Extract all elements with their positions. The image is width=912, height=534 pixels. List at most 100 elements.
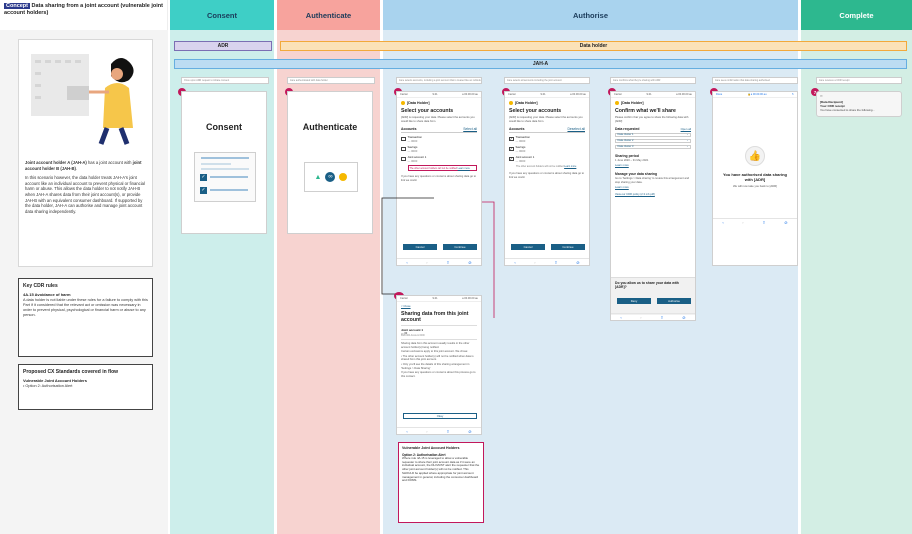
checkbox[interactable]	[401, 136, 406, 142]
holder-logo-icon	[339, 173, 348, 181]
lock-icon: 🔒a 00.00.00 au	[747, 93, 767, 96]
checkbox[interactable]	[401, 146, 406, 152]
back-icon[interactable]: ‹	[406, 429, 407, 434]
cx-standards-subtitle: Vulnerable Joint Account Holders	[23, 378, 87, 383]
cdr-rules-box: Key CDR rules 4A.15 Avoidance of harm A …	[18, 278, 153, 357]
link-icon: ∞	[325, 172, 336, 182]
cancel-button[interactable]: Cancel	[511, 244, 545, 250]
screen-intro: [ADR] is requesting your data. Please se…	[401, 116, 475, 123]
learn-more-link[interactable]: Learn more	[564, 165, 576, 168]
caption-4: Jane selects all accounts including the …	[504, 77, 590, 84]
account-row-transaction[interactable]: Transaction — 0000	[401, 135, 477, 143]
authorise-button[interactable]: Authorise	[657, 298, 691, 304]
concept-header: Concept Data sharing from a joint accoun…	[0, 0, 168, 30]
compass-icon[interactable]: ⊘	[576, 260, 579, 265]
joint-alert: The other account holders will not be no…	[516, 165, 577, 169]
data-cluster-3[interactable]: Data cluster 3 ⌄	[615, 144, 691, 150]
illustration	[25, 46, 146, 146]
data-cluster-1[interactable]: Data cluster 1 ⌄	[615, 132, 691, 138]
account-row-joint[interactable]: ✓ Joint account 1— 0000	[509, 155, 585, 163]
share-icon[interactable]: ⇪	[446, 260, 449, 265]
done-button[interactable]: Done	[716, 93, 722, 96]
continue-button[interactable]: Continue	[551, 244, 585, 250]
help-text: If you have any questions or concerns ab…	[401, 175, 477, 182]
open-all-link[interactable]: Open all	[681, 127, 691, 131]
account-row-savings[interactable]: Savings — 0000	[401, 145, 477, 153]
compass-icon[interactable]: ⊘	[468, 260, 471, 265]
shapes-icon: ▲	[314, 173, 322, 181]
caption-7: Jane receives a CDR receipt	[816, 77, 902, 84]
intro-paragraph-2: In this scenario however, the data holde…	[25, 175, 145, 214]
browser-nav: ‹ › ⇪ ⊘	[611, 313, 695, 320]
chevron-down-icon: ⌄	[686, 145, 689, 149]
thumbs-up-icon: 👍	[745, 146, 765, 166]
close-link[interactable]: < Close	[401, 304, 477, 308]
cx-standards-title: Proposed CX Standards covered in flow	[23, 369, 119, 375]
share-icon[interactable]: ⇪	[446, 429, 449, 434]
back-icon[interactable]: ‹	[514, 260, 515, 265]
compass-icon[interactable]: ⊘	[784, 220, 787, 225]
account-row-joint[interactable]: Joint account 1— 0000	[401, 155, 477, 163]
joint-account-info-screen: Carrier 9:41 a 00.00.00 au < Close Sharing…	[396, 295, 482, 435]
concept-tag: Concept	[4, 3, 30, 9]
learn-more-link-2[interactable]: Learn more	[615, 186, 629, 189]
holder-logo-icon	[509, 101, 513, 105]
authorised-subtitle: We will now take you back to [ADR]	[732, 184, 778, 188]
deny-button[interactable]: Deny	[617, 298, 651, 304]
column-header-consent: Consent	[170, 0, 274, 30]
refresh-icon[interactable]: ↻	[792, 93, 794, 96]
holder-logo-icon	[401, 101, 405, 105]
confirm-sharing-screen: Carrier 9:41 a 00.00.00 au [Data Holder] C…	[610, 91, 696, 321]
back-icon[interactable]: ‹	[620, 315, 621, 320]
forward-icon[interactable]: ›	[534, 260, 535, 265]
caption-1: Once upon ADR request to initiate consen…	[181, 77, 269, 84]
status-bar: Carrier 9:41 a 00.00.00 au	[397, 296, 481, 302]
authorised-title: You have authorised data sharing with [A…	[723, 172, 787, 182]
checkbox[interactable]	[401, 156, 406, 162]
share-icon[interactable]: ⇪	[554, 260, 557, 265]
share-icon[interactable]: ⇪	[762, 220, 765, 225]
share-icon[interactable]: ⇪	[660, 315, 663, 320]
forward-icon[interactable]: ›	[640, 315, 641, 320]
sharing-period-label: Sharing period	[615, 154, 639, 159]
screen-title: Confirm what we'll share	[615, 108, 676, 114]
caption-6: Jane sees confirmation that data sharing…	[712, 77, 798, 84]
callout-box: Vulnerable Joint Account Holders Option …	[398, 442, 484, 523]
compass-icon[interactable]: ⊘	[682, 315, 685, 320]
intro-paragraph-1: Joint account holder A (JAH-A) has a joi…	[25, 160, 142, 171]
joint-account-card: Joint account 1 — 00 BSB 000 Account 000…	[401, 325, 477, 340]
screen-title: Select your accounts	[509, 108, 562, 114]
data-holder-bar: Data holder	[280, 41, 907, 51]
cdr-rules-subtitle: 4A.15 Avoidance of harm	[23, 292, 71, 297]
forward-icon[interactable]: ›	[742, 220, 743, 225]
accounts-header: Accounts Deselect all	[509, 127, 585, 134]
compass-icon[interactable]: ⊘	[468, 429, 471, 434]
back-icon[interactable]: ‹	[722, 220, 723, 225]
okay-button[interactable]: Okay	[403, 413, 477, 419]
cdr-rules-text: A data holder is not liable under these …	[23, 298, 148, 317]
caption-5: Jane confirms what they're sharing with …	[610, 77, 696, 84]
checkbox-checked[interactable]: ✓	[509, 156, 514, 162]
column-header-complete: Complete	[801, 0, 912, 30]
deselect-all-link[interactable]: Deselect all	[567, 127, 585, 131]
status-bar: Done 🔒a 00.00.00 au ↻	[713, 92, 797, 98]
browser-nav: ‹ › ⇪ ⊘	[397, 427, 481, 434]
account-row-transaction[interactable]: ✓ Transaction — 0000	[509, 135, 585, 143]
adr-bar: ADR	[174, 41, 272, 51]
continue-button[interactable]: Continue	[443, 244, 477, 250]
data-requested-header: Data requested Open all	[615, 127, 691, 132]
authenticate-illustration: ▲ ∞	[304, 162, 358, 192]
learn-more-link[interactable]: Learn more	[458, 167, 470, 170]
forward-icon[interactable]: ›	[426, 429, 427, 434]
checkbox-checked[interactable]: ✓	[509, 146, 514, 152]
data-holder-label: [Data Holder]	[509, 101, 585, 105]
data-cluster-2[interactable]: Data cluster 2 ⌄	[615, 138, 691, 144]
cdr-policy-link[interactable]: View our CDR policy (2.3 mb pdf)	[615, 193, 655, 196]
caption-3: Jane selects accounts, including a joint…	[396, 77, 482, 84]
mail-icon: ✉	[820, 94, 823, 98]
checkbox-checked[interactable]: ✓	[509, 136, 514, 142]
consent-screen: Consent ✓ ✓	[181, 91, 267, 234]
learn-more-link[interactable]: Learn more	[615, 164, 629, 167]
select-all-link[interactable]: Select all	[463, 127, 477, 131]
account-row-savings[interactable]: ✓ Savings — 0000	[509, 145, 585, 153]
